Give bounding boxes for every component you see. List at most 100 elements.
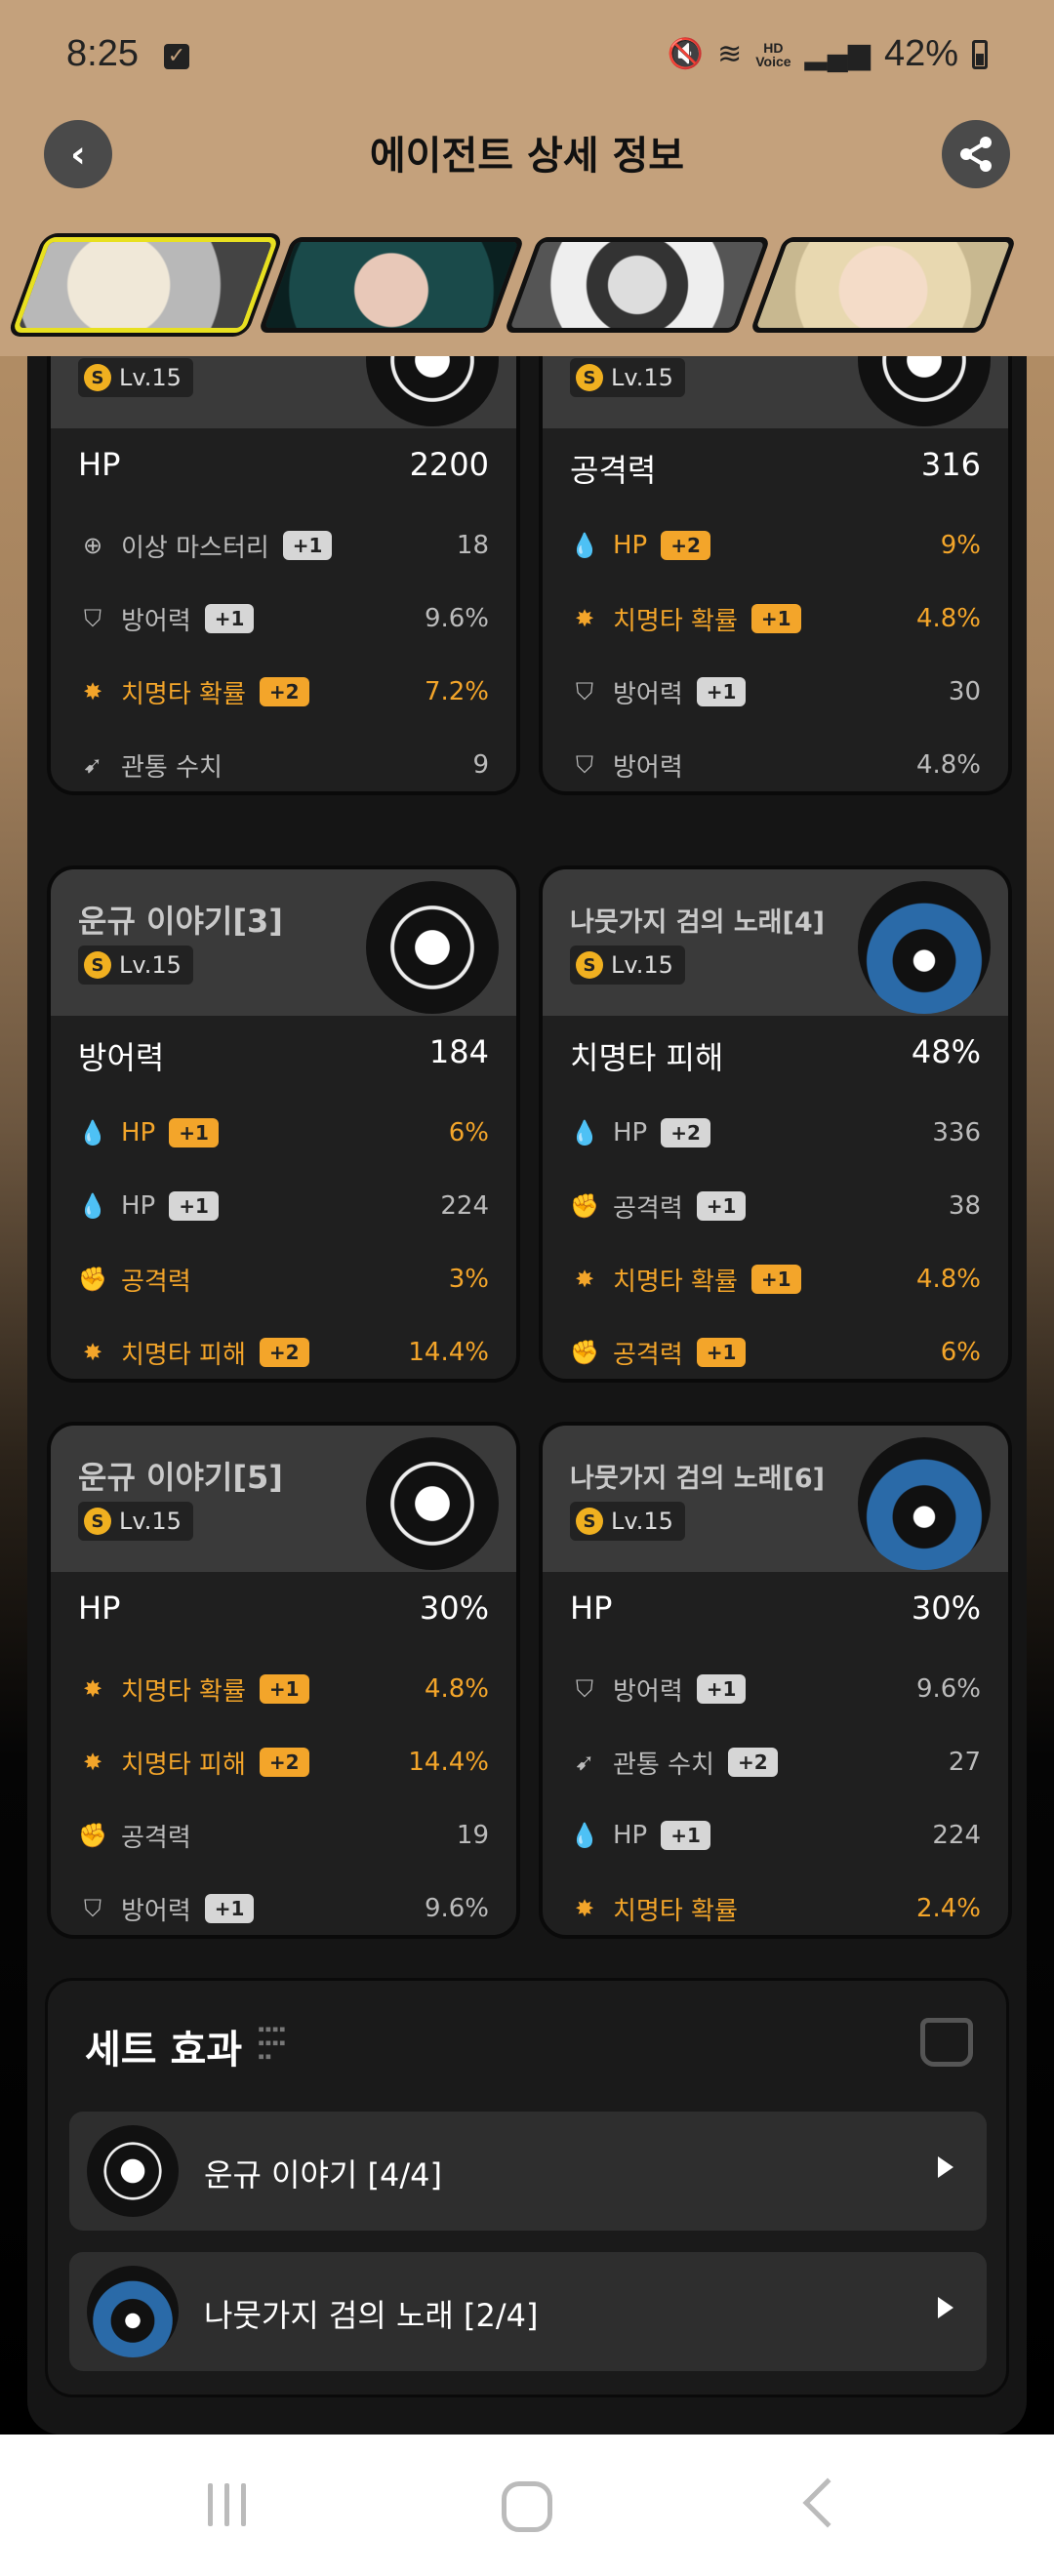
sub-stat-name: HP — [613, 531, 648, 560]
rank-s-icon: S — [84, 364, 111, 391]
share-button[interactable] — [942, 120, 1010, 188]
main-stat-name: 공격력 — [570, 452, 657, 489]
sub-stat: ✊ 공격력 +1 38 — [570, 1185, 981, 1228]
main-stat-name: HP — [570, 1590, 613, 1627]
set-effect-row[interactable]: 나뭇가지 검의 노래 [2/4] — [69, 2252, 987, 2371]
sub-stat-name: 치명타 확률 — [121, 679, 246, 709]
pierce-icon: ➹ — [82, 751, 103, 779]
main-stat-name: HP — [78, 1590, 121, 1627]
main-stat-name: HP — [78, 446, 121, 483]
sub-stat-value: 38 — [948, 1191, 981, 1221]
agent-portrait-3[interactable] — [504, 237, 771, 333]
agent-portrait-4[interactable] — [750, 237, 1017, 333]
set-bangboo-icon — [920, 2018, 973, 2067]
set-effect-name: 운규 이야기 [4/4] — [204, 2156, 443, 2194]
main-stat: 방어력 184 — [78, 1033, 489, 1078]
sub-stat-name: 치명타 확률 — [613, 1896, 738, 1926]
level-label: Lv.15 — [611, 1508, 673, 1535]
sub-stat-value: 4.8% — [915, 604, 981, 633]
recent-apps-button[interactable] — [208, 2483, 246, 2526]
disc-name: 나뭇가지 검의 노래[6] — [570, 1464, 825, 1494]
sub-stat: ⛉ 방어력 4.8% — [570, 744, 981, 786]
disc-panel[interactable]: 운규 이야기[1] S Lv.15 HP 2200 ⊕ 이상 마스터리 +1 1… — [27, 356, 1027, 2435]
drop-icon: 💧 — [570, 1119, 599, 1147]
upgrade-badge: +1 — [696, 1674, 747, 1704]
level-badge: S Lv.15 — [78, 358, 193, 397]
disc-name: 나뭇가지 검의 노래[4] — [570, 907, 825, 938]
anomaly-icon: ⊕ — [82, 532, 103, 559]
level-badge: S Lv.15 — [570, 946, 685, 985]
set-effect-row[interactable]: 운규 이야기 [4/4] — [69, 2112, 987, 2231]
level-badge: S Lv.15 — [570, 358, 685, 397]
sub-stat: 💧 HP +2 9% — [570, 524, 981, 567]
disc-emblem-icon — [366, 1437, 499, 1570]
sub-stat: ✸ 치명타 확률 2.4% — [570, 1887, 981, 1930]
back-nav-button[interactable] — [802, 2477, 853, 2528]
sub-stat: ➹ 관통 수치 +2 27 — [570, 1741, 981, 1784]
system-nav-bar — [0, 2435, 1054, 2576]
sub-stat-value: 4.8% — [424, 1674, 489, 1704]
agent-portrait-2[interactable] — [258, 237, 525, 333]
upgrade-badge: +1 — [696, 1191, 747, 1221]
sub-stat-value: 9.6% — [424, 604, 489, 633]
disc-card[interactable]: 나뭇가지 검의 노래[6] S Lv.15 HP 30% ⛉ 방어력 +1 9.… — [539, 1422, 1012, 1939]
level-label: Lv.15 — [119, 364, 182, 391]
sub-stat-name: 관통 수치 — [121, 752, 223, 783]
drop-icon: 💧 — [78, 1119, 107, 1147]
sub-stat-value: 27 — [948, 1748, 981, 1777]
disc-name: 운규 이야기[5] — [78, 1459, 283, 1496]
sub-stat: ✸ 치명타 피해 +2 14.4% — [78, 1331, 489, 1374]
drop-icon: 💧 — [570, 1822, 599, 1849]
crit-icon: ✸ — [82, 1749, 103, 1776]
drop-icon: 💧 — [78, 1192, 107, 1220]
drop-icon: 💧 — [570, 532, 599, 559]
shield-icon: ⛉ — [84, 605, 101, 632]
sub-stat-value: 9.6% — [424, 1894, 489, 1923]
agent-portrait-1[interactable] — [12, 237, 279, 333]
main-stat-value: 184 — [428, 1033, 489, 1070]
sub-stat-value: 18 — [456, 531, 489, 560]
home-button[interactable] — [502, 2481, 552, 2532]
level-label: Lv.15 — [611, 951, 673, 979]
set-effect-name: 나뭇가지 검의 노래 [2/4] — [204, 2297, 539, 2334]
sub-stat-name: 방어력 — [613, 752, 683, 783]
shield-icon: ⛉ — [84, 1895, 101, 1922]
upgrade-badge: +2 — [259, 1338, 309, 1367]
sub-stat-name: 치명타 피해 — [121, 1750, 246, 1780]
rank-s-icon: S — [576, 364, 603, 391]
level-label: Lv.15 — [611, 364, 673, 391]
checkbox-notification-icon: ✓ — [164, 44, 189, 69]
upgrade-badge: +2 — [661, 531, 710, 560]
sub-stat-name: 이상 마스터리 — [121, 533, 269, 563]
upgrade-badge: +2 — [259, 677, 309, 706]
rank-s-icon: S — [576, 951, 603, 979]
disc-card[interactable]: 나뭇가지 검의 노래[4] S Lv.15 치명타 피해 48% 💧 HP +2… — [539, 865, 1012, 1383]
sub-stat: ⛉ 방어력 +1 9.6% — [570, 1668, 981, 1711]
disc-card[interactable]: 운규 이야기[2] S Lv.15 공격력 316 💧 HP +2 9% ✸ 치… — [539, 356, 1012, 795]
main-stat-value: 316 — [920, 446, 981, 483]
upgrade-badge: +1 — [204, 604, 255, 633]
rank-s-icon: S — [576, 1508, 603, 1535]
upgrade-badge: +1 — [696, 677, 747, 706]
battery-icon — [972, 39, 988, 69]
main-stat-name: 치명타 피해 — [570, 1039, 724, 1076]
play-arrow-icon — [938, 2297, 953, 2318]
rank-s-icon: S — [84, 951, 111, 979]
disc-emblem-icon — [366, 881, 499, 1014]
status-icons: 🔇 ≋ HD Voice ▂▄▆ 42% — [668, 33, 988, 75]
wifi-icon: ≋ — [717, 38, 743, 70]
disc-emblem-icon — [87, 2125, 179, 2217]
sub-stat-name: 공격력 — [613, 1193, 683, 1224]
disc-card[interactable]: 운규 이야기[1] S Lv.15 HP 2200 ⊕ 이상 마스터리 +1 1… — [47, 356, 520, 795]
crit-icon: ✸ — [574, 1266, 595, 1293]
sub-stat: ✊ 공격력 19 — [78, 1814, 489, 1857]
main-stat-value: 30% — [419, 1590, 489, 1627]
disc-card[interactable]: 운규 이야기[3] S Lv.15 방어력 184 💧 HP +1 6% 💧 H… — [47, 865, 520, 1383]
sub-stat: 💧 HP +1 6% — [78, 1111, 489, 1154]
upgrade-badge: +1 — [750, 604, 801, 633]
voice-label: Voice — [755, 53, 791, 69]
sub-stat-value: 9% — [940, 531, 981, 560]
disc-card[interactable]: 운규 이야기[5] S Lv.15 HP 30% ✸ 치명타 확률 +1 4.8… — [47, 1422, 520, 1939]
status-time: 8:25 — [66, 33, 139, 74]
shield-icon: ⛉ — [576, 678, 593, 705]
